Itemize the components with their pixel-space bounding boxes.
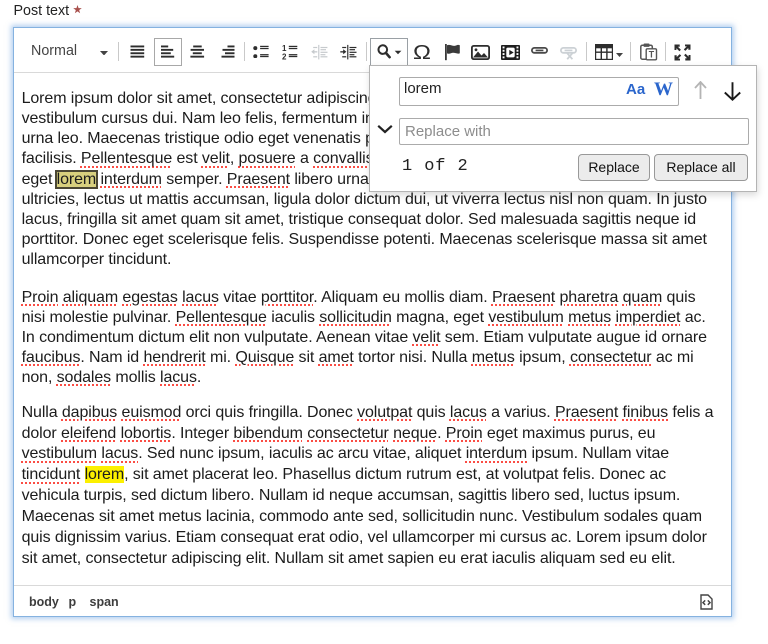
svg-text:2: 2: [282, 52, 287, 60]
svg-text:T: T: [649, 50, 655, 60]
